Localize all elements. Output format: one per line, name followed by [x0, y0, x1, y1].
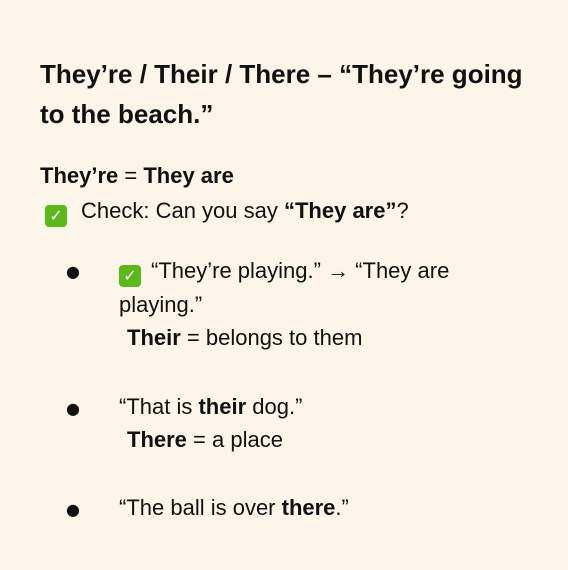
theyre-definition: They’re = They are	[40, 161, 234, 191]
their-term: Their	[127, 325, 181, 350]
bullet-3: ●	[66, 500, 80, 519]
list-item-3-after: .”	[335, 495, 349, 520]
check-mark-button-icon: ✓	[119, 265, 141, 287]
their-definition: Their = belongs to them	[127, 323, 362, 353]
list-item-2-after: dog.”	[246, 394, 303, 419]
theyre-term: They’re	[40, 163, 119, 188]
list-item-3-bold: there	[281, 495, 336, 520]
there-meaning: = a place	[186, 427, 283, 452]
theyre-meaning: They are	[143, 163, 234, 188]
page-title: They’re / Their / There – “They’re going…	[40, 59, 523, 129]
list-item-2-bold: their	[198, 394, 247, 419]
there-definition: There = a place	[127, 425, 283, 455]
check-end: ?	[396, 198, 409, 223]
list-item-1-text: “They’re playing.” → “They are playing.”	[119, 258, 450, 317]
bullet-1: ●	[66, 262, 80, 281]
check-mark-button-icon: ✓	[45, 205, 67, 227]
list-item-3-before: “The ball is over	[119, 495, 282, 520]
check-line: ✓ Check: Can you say “They are”?	[45, 196, 409, 227]
check-bold: “They are”	[283, 198, 397, 223]
list-item-2-before: “That is	[119, 394, 199, 419]
bullet-2: ●	[66, 399, 80, 418]
check-text: Check: Can you say	[81, 198, 284, 223]
list-item-2: “That is their dog.”	[119, 390, 519, 424]
there-term: There	[127, 427, 187, 452]
equals-sign: =	[118, 163, 144, 188]
their-meaning: = belongs to them	[180, 325, 363, 350]
list-item-3: “The ball is over there.”	[119, 491, 519, 525]
list-item-1: ✓ “They’re playing.” → “They are playing.…	[119, 254, 519, 322]
